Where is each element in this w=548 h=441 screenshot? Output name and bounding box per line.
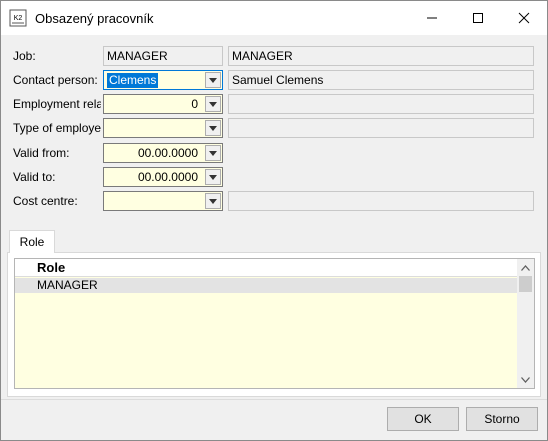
title-bar[interactable]: K2 Obsazený pracovník (1, 1, 547, 35)
svg-text:K2: K2 (14, 15, 23, 22)
contact-person-name-field: Samuel Clemens (228, 70, 534, 90)
valid-from-value: 00.00.0000 (137, 146, 198, 160)
table-row[interactable]: MANAGER (15, 278, 518, 293)
job-code-field[interactable]: MANAGER (103, 46, 223, 66)
contact-person-dropdown-button[interactable] (205, 72, 221, 88)
valid-to-field[interactable]: 00.00.0000 (103, 167, 223, 187)
cost-centre-dropdown-button[interactable] (205, 193, 221, 209)
dialog-window: K2 Obsazený pracovník Job: MANAGER MANAG… (0, 0, 548, 441)
chevron-down-icon (209, 150, 217, 156)
scroll-up-button[interactable] (517, 259, 534, 276)
row-indicator-header (15, 259, 35, 277)
cost-centre-label: Cost centre: (13, 194, 78, 208)
employment-relation-name-field (228, 94, 534, 114)
cost-centre-combo[interactable] (103, 191, 223, 211)
minimize-icon (427, 17, 437, 19)
valid-to-label: Valid to: (13, 170, 56, 184)
valid-from-label: Valid from: (13, 146, 70, 160)
column-header-role[interactable]: Role (37, 259, 65, 277)
job-name-field: MANAGER (228, 46, 534, 66)
minimize-button[interactable] (409, 1, 455, 35)
type-of-employee-dropdown-button[interactable] (205, 120, 221, 136)
grid-header: Role (15, 259, 518, 277)
employment-relation-value: 0 (191, 97, 198, 111)
valid-from-dropdown-button[interactable] (205, 145, 221, 161)
valid-from-field[interactable]: 00.00.0000 (103, 143, 223, 163)
cancel-button[interactable]: Storno (466, 407, 538, 431)
scroll-up-icon (521, 264, 530, 271)
scrollbar-thumb[interactable] (519, 276, 532, 292)
job-label: Job: (13, 49, 36, 63)
chevron-down-icon (209, 125, 217, 131)
contact-person-label: Contact person: (13, 73, 98, 87)
employment-relation-label: Employment relatio (13, 97, 101, 111)
cost-centre-name-field (228, 191, 534, 211)
contact-person-value: Clemens (107, 73, 159, 88)
close-icon (518, 12, 530, 24)
valid-to-value: 00.00.0000 (137, 170, 198, 184)
maximize-button[interactable] (455, 1, 501, 35)
k2-app-icon: K2 (9, 9, 27, 27)
employment-relation-combo[interactable]: 0 (103, 94, 223, 114)
close-button[interactable] (501, 1, 547, 35)
employment-relation-dropdown-button[interactable] (205, 96, 221, 112)
type-of-employee-name-field (228, 118, 534, 138)
window-title: Obsazený pracovník (35, 11, 154, 26)
contact-person-combo[interactable]: Clemens (103, 70, 223, 90)
valid-to-dropdown-button[interactable] (205, 169, 221, 185)
role-grid[interactable]: Role MANAGER (14, 258, 535, 389)
chevron-down-icon (209, 101, 217, 107)
vertical-scrollbar[interactable] (517, 259, 534, 388)
maximize-icon (473, 13, 483, 23)
chevron-down-icon (209, 174, 217, 180)
scroll-down-button[interactable] (517, 371, 534, 388)
cell-role: MANAGER (37, 278, 98, 292)
scroll-down-icon (521, 376, 530, 383)
type-of-employee-label: Type of employee: (13, 121, 101, 135)
chevron-down-icon (209, 198, 217, 204)
type-of-employee-combo[interactable] (103, 118, 223, 138)
tab-role[interactable]: Role (9, 230, 55, 253)
chevron-down-icon (209, 77, 217, 83)
ok-button[interactable]: OK (387, 407, 459, 431)
